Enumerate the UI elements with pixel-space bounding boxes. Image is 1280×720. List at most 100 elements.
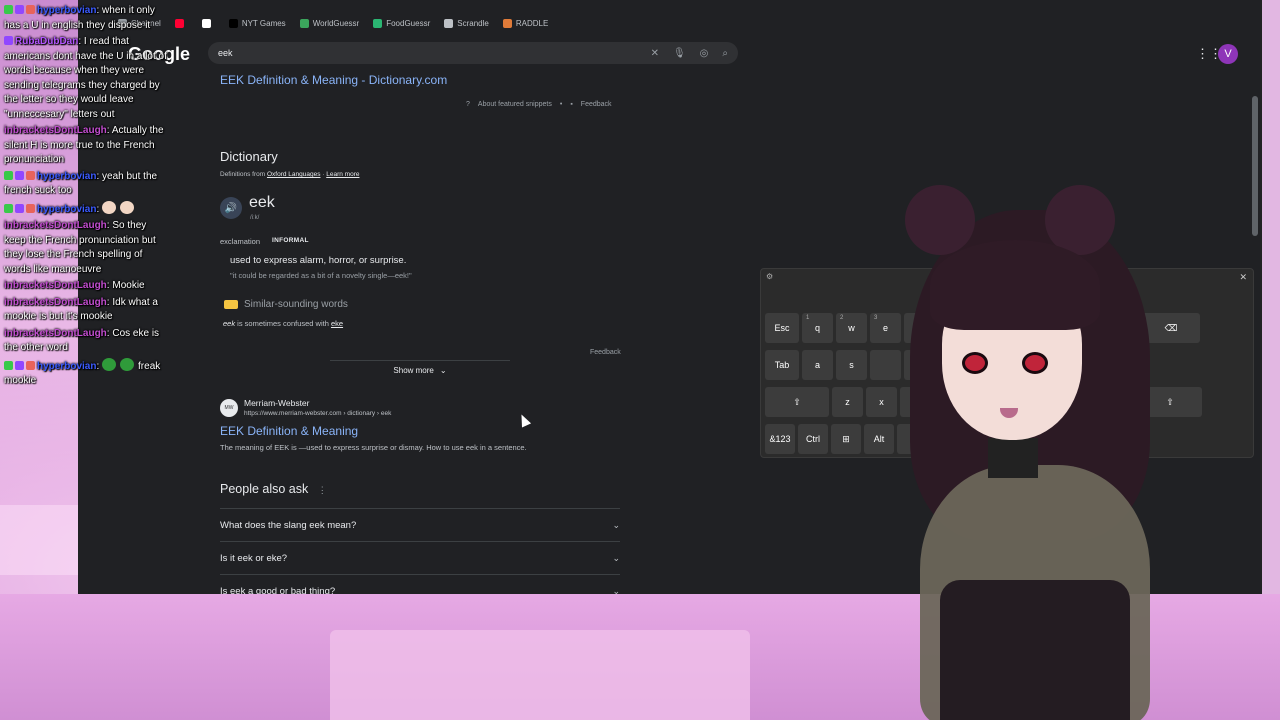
separator-dot: • — [559, 101, 563, 108]
nyt-icon — [228, 18, 238, 28]
keyboard-close-icon[interactable]: ✕ — [1239, 272, 1247, 283]
key-⊞[interactable]: ⊞ — [831, 424, 861, 454]
phonetic: /iːk/ — [250, 215, 260, 221]
chat-username[interactable]: inbracketsDontLaugh — [4, 220, 107, 231]
feedback-link[interactable]: Feedback — [581, 101, 612, 108]
scrollbar[interactable] — [1252, 96, 1258, 236]
chat-username[interactable]: inbracketsDontLaugh — [4, 297, 107, 308]
chat-emote-icon — [120, 357, 135, 371]
paa-question-1[interactable]: What does the slang eek mean? ⌄ — [220, 508, 620, 541]
chat-badge-icon — [4, 36, 13, 45]
food-icon — [373, 18, 383, 28]
mw-site-name[interactable]: Merriam-Webster — [244, 398, 310, 408]
chat-emote-icon — [102, 357, 117, 371]
avatar-eye-left — [962, 352, 988, 374]
paa-question-text: What does the slang eek mean? — [220, 519, 357, 531]
show-more-button[interactable]: Show more ⌄ — [330, 360, 510, 380]
search-box[interactable]: eek ✕ 🎙 ◎ ⌕ — [208, 42, 738, 64]
key-label: s — [849, 360, 854, 370]
bookmark-item[interactable]: WorldGuessr — [299, 18, 360, 28]
mw-description: The meaning of EEK is —used to express s… — [220, 443, 527, 452]
mouse-cursor — [516, 412, 532, 428]
featured-result-link[interactable]: EEK Definition & Meaning - Dictionary.co… — [220, 73, 447, 87]
example-text: "it could be regarded as a bit of a nove… — [230, 271, 412, 280]
chat-badge-icon — [15, 170, 24, 180]
confused-note: eek is sometimes confused with eke — [223, 319, 343, 328]
key-a[interactable]: a — [802, 350, 833, 380]
similar-words[interactable]: Similar-sounding words — [224, 299, 348, 310]
chat-username[interactable]: inbracketsDontLaugh — [4, 280, 107, 291]
key-z[interactable]: z — [832, 387, 863, 417]
key-label: ⇧ — [793, 396, 801, 407]
chat-message: inbracketsDontLaugh: Cos eke is the othe… — [4, 327, 160, 354]
bookmark-item[interactable]: NYT Games — [228, 18, 286, 28]
chat-badge-icon — [4, 5, 13, 14]
paa-question-text: Is it eek or eke? — [220, 552, 288, 564]
more-options-icon[interactable]: ⋮ — [318, 485, 327, 495]
chevron-down-icon: ⌄ — [612, 519, 620, 530]
help-icon: ? — [466, 101, 470, 108]
part-of-speech-row: exclamation INFORMAL — [220, 237, 309, 246]
definition-text: used to express alarm, horror, or surpri… — [230, 255, 407, 266]
chat-badge-icon — [26, 5, 35, 14]
chat-badge-icon — [4, 203, 13, 213]
chat-text: Mookie — [112, 280, 145, 291]
room-wall-right — [1262, 0, 1280, 594]
key-label: &123 — [769, 434, 791, 444]
paa-question-3[interactable]: Is eek a good or bad thing? ⌄ — [220, 574, 620, 594]
chat-badge-icon — [15, 5, 24, 14]
vtuber-avatar — [880, 180, 1180, 720]
bookmark-item[interactable]: RADDLE — [502, 18, 548, 28]
similar-words-icon — [224, 300, 238, 309]
mw-result-link[interactable]: EEK Definition & Meaning — [220, 424, 358, 438]
bookmark-item[interactable]: FoodGuessr — [373, 18, 430, 28]
bookmark-item[interactable] — [174, 18, 188, 28]
about-snippets-link[interactable]: About featured snippets — [478, 101, 552, 108]
key-s[interactable]: s — [836, 350, 867, 380]
search-input[interactable]: eek — [218, 48, 651, 58]
register-label: INFORMAL — [272, 237, 309, 244]
bookmark-item[interactable]: Scrandle — [444, 18, 489, 28]
key-alt-number: 3 — [874, 315, 878, 321]
bookmark-label: WorldGuessr — [312, 18, 360, 28]
paa-question-2[interactable]: Is it eek or eke? ⌄ — [220, 541, 620, 574]
chat-badge-icon — [26, 170, 35, 180]
chat-username[interactable]: hyperbovian — [37, 171, 96, 182]
bookmark-label: Scrandle — [457, 18, 489, 28]
key-Ctrl[interactable]: Ctrl — [798, 424, 828, 454]
mw-url[interactable]: https://www.merriam-webster.com › dictio… — [244, 410, 391, 417]
lens-icon[interactable]: ◎ — [700, 48, 709, 59]
bookmark-label: NYT Games — [241, 18, 286, 28]
key-Esc[interactable]: Esc — [765, 313, 799, 343]
key-q[interactable]: 1q — [802, 313, 833, 343]
avatar-eye-right — [1022, 352, 1048, 374]
learn-more-link[interactable]: Learn more — [326, 171, 359, 178]
key-⇧[interactable]: ⇧ — [765, 387, 829, 417]
definitions-source: Definitions from Oxford Languages · Lear… — [220, 171, 360, 178]
confused-with-link[interactable]: eke — [331, 319, 343, 328]
chat-username[interactable]: hyperbovian — [37, 204, 96, 215]
key-&123[interactable]: &123 — [765, 424, 795, 454]
bookmark-item[interactable] — [201, 18, 215, 28]
speaker-icon[interactable]: 🔊 — [220, 197, 242, 219]
account-avatar[interactable]: V — [1218, 44, 1238, 64]
chat-username[interactable]: hyperbovian — [37, 361, 96, 372]
dictionary-feedback-link[interactable]: Feedback — [590, 349, 621, 356]
chat-username[interactable]: inbracketsDontLaugh — [4, 125, 107, 136]
chat-username[interactable]: inbracketsDontLaugh — [4, 328, 107, 339]
chat-username[interactable]: hyperbovian — [37, 5, 96, 16]
chat-message: hyperbovian: when it only has a U in eng… — [4, 5, 155, 31]
chat-badge-icon — [26, 203, 35, 213]
defs-source-link[interactable]: Oxford Languages — [267, 171, 320, 178]
chat-badge-icon — [15, 360, 24, 370]
chat-message: inbracketsDontLaugh: So they keep the Fr… — [4, 220, 156, 275]
clear-icon[interactable]: ✕ — [651, 48, 659, 59]
key-label: w — [848, 323, 855, 333]
avatar-hair-bun-left — [905, 185, 975, 255]
chat-username[interactable]: RubaDubDan — [15, 36, 78, 47]
keyboard-settings-icon[interactable]: ⚙ — [766, 272, 773, 281]
mic-icon[interactable]: 🎙 — [673, 48, 686, 59]
key-w[interactable]: 2w — [836, 313, 867, 343]
search-icon[interactable]: ⌕ — [722, 48, 728, 59]
key-Tab[interactable]: Tab — [765, 350, 799, 380]
